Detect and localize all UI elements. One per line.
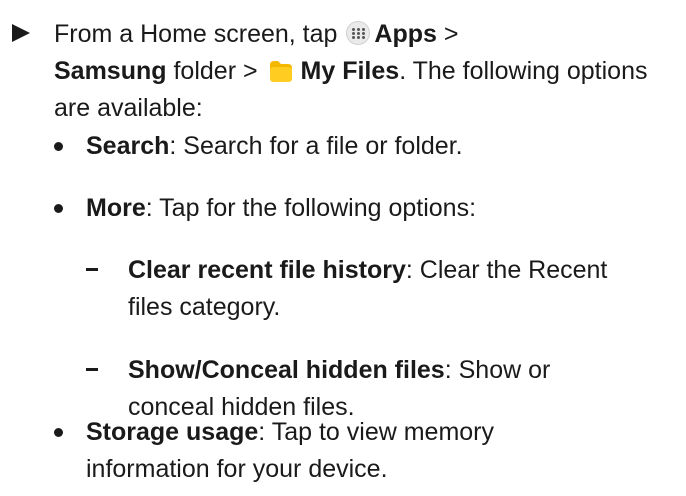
dash-icon <box>86 268 98 271</box>
instruction-step: From a Home screen, tap Apps > Samsung f… <box>12 16 672 127</box>
samsung-folder-label: Samsung <box>54 57 167 85</box>
bullet-icon <box>54 204 63 213</box>
play-arrow-icon <box>12 24 30 42</box>
option-title: Storage usage <box>86 418 259 446</box>
option-title: Search <box>86 132 170 160</box>
bullet-icon <box>54 142 63 151</box>
instruction-text: From a Home screen, tap Apps > Samsung f… <box>54 16 672 127</box>
more-option-clear-history: Clear recent file history: Clear the Rec… <box>86 252 656 326</box>
instruction-part-2: folder > <box>173 57 258 85</box>
option-desc: : Search for a file or folder. <box>169 132 463 160</box>
option-title: More <box>86 194 146 222</box>
dash-icon <box>86 368 98 371</box>
apps-label: Apps <box>374 20 437 48</box>
document-page: From a Home screen, tap Apps > Samsung f… <box>0 0 686 496</box>
path-separator: > <box>443 20 459 48</box>
instruction-part-1: From a Home screen, tap <box>54 20 338 48</box>
folder-icon <box>269 61 292 82</box>
option-desc: : Tap for the following options: <box>145 194 477 222</box>
bullet-icon <box>54 428 63 437</box>
apps-grid-icon <box>346 21 371 45</box>
option-search: Search: Search for a file or folder. <box>54 128 674 165</box>
option-more: More: Tap for the following options: <box>54 190 674 227</box>
option-title: Clear recent file history <box>128 256 406 284</box>
option-storage-usage: Storage usage: Tap to view memory inform… <box>54 414 584 488</box>
my-files-label: My Files <box>300 57 400 85</box>
option-title: Show/Conceal hidden files <box>128 356 445 384</box>
